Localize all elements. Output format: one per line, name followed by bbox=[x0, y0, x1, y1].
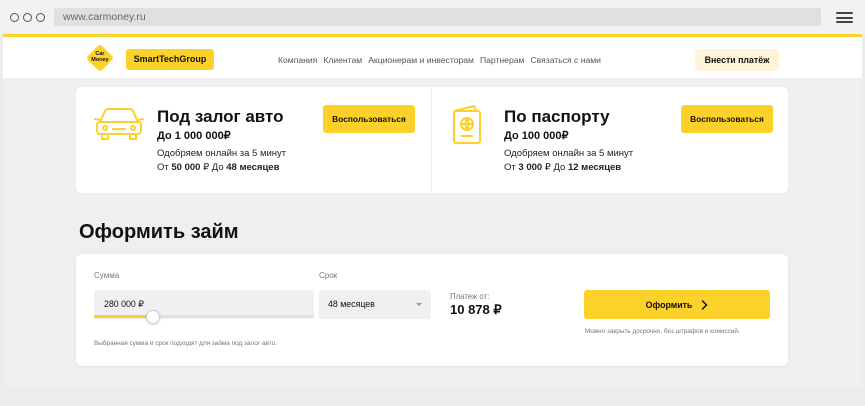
smarttechgroup-button[interactable]: SmartTechGroup bbox=[126, 49, 214, 70]
chevron-down-icon bbox=[416, 303, 422, 306]
nav-link-investors[interactable]: Акционерам и инвесторам bbox=[368, 55, 474, 65]
loan-form: Сумма 280 000 ₽ Срок 48 месяцев Платеж о… bbox=[76, 254, 788, 366]
submit-label: Оформить bbox=[645, 299, 693, 310]
use-passport-loan-button[interactable]: Воспользоваться bbox=[681, 105, 773, 133]
window-controls bbox=[10, 13, 45, 22]
window-dot-icon[interactable] bbox=[36, 13, 45, 22]
early-repayment-note: Можно закрыть досрочно, без штрафов и ко… bbox=[585, 328, 740, 335]
car-icon bbox=[94, 105, 144, 146]
nav-link-partners[interactable]: Партнерам bbox=[480, 55, 524, 65]
product-terms: От 3 000 ₽ До 12 месяцев bbox=[504, 162, 622, 173]
products-card: Под залог авто До 1 000 000₽ Одобряем он… bbox=[76, 87, 788, 193]
passport-icon bbox=[450, 105, 484, 150]
submit-loan-button[interactable]: Оформить bbox=[584, 290, 770, 319]
nav-link-company[interactable]: Компания bbox=[278, 55, 317, 65]
product-approval-text: Одобряем онлайн за 5 минут bbox=[504, 148, 634, 159]
site-header: Car Money SmartTechGroup Компания Клиента… bbox=[3, 34, 862, 78]
carmoney-logo[interactable]: Car Money bbox=[85, 43, 115, 73]
term-value: 48 месяцев bbox=[328, 299, 375, 309]
product-amount: До 100 000₽ bbox=[504, 130, 569, 142]
main-nav: Компания Клиентам Акционерам и инвестора… bbox=[278, 55, 601, 65]
product-passport-loan: По паспорту До 100 000₽ Одобряем онлайн … bbox=[432, 87, 787, 193]
make-payment-button[interactable]: Внести платёж bbox=[695, 49, 779, 71]
nav-link-contact[interactable]: Связаться с нами bbox=[530, 55, 601, 65]
window-dot-icon[interactable] bbox=[10, 13, 19, 22]
product-car-loan: Под залог авто До 1 000 000₽ Одобряем он… bbox=[76, 87, 431, 193]
product-title: По паспорту bbox=[504, 107, 610, 126]
use-car-loan-button[interactable]: Воспользоваться bbox=[323, 105, 415, 133]
selection-hint: Выбранная сумма и срок подходят для займ… bbox=[94, 340, 277, 347]
payment-value: 10 878 ₽ bbox=[450, 302, 502, 317]
sum-slider-thumb[interactable] bbox=[146, 310, 161, 324]
sum-label: Сумма bbox=[94, 271, 120, 280]
sum-slider-fill bbox=[94, 315, 154, 318]
window-dot-icon[interactable] bbox=[23, 13, 32, 22]
nav-link-clients[interactable]: Клиентам bbox=[323, 55, 362, 65]
address-bar[interactable]: www.carmoney.ru bbox=[54, 8, 821, 26]
product-amount: До 1 000 000₽ bbox=[157, 130, 231, 142]
term-label: Срок bbox=[319, 271, 338, 280]
product-title: Под залог авто bbox=[157, 107, 284, 126]
product-terms: От 50 000 ₽ До 48 месяцев bbox=[157, 162, 280, 173]
hamburger-menu-icon[interactable] bbox=[836, 12, 853, 23]
browser-toolbar: www.carmoney.ru bbox=[0, 0, 865, 34]
product-approval-text: Одобряем онлайн за 5 минут bbox=[157, 148, 287, 159]
page: Car Money SmartTechGroup Компания Клиента… bbox=[3, 34, 862, 389]
payment-label: Платеж от: bbox=[450, 292, 490, 301]
term-select[interactable]: 48 месяцев bbox=[319, 290, 431, 319]
page-title: Оформить займ bbox=[79, 221, 239, 243]
chevron-right-icon bbox=[702, 299, 708, 310]
